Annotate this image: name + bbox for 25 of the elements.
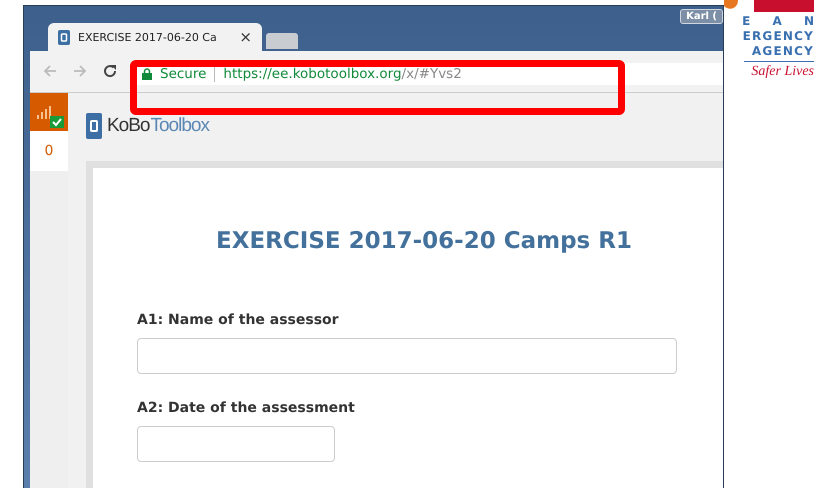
- signal-check-icon[interactable]: [30, 93, 68, 131]
- question-label: A2: Date of the assessment: [137, 400, 356, 416]
- date-field[interactable]: [137, 426, 335, 462]
- logo-text: ERGENCY: [742, 29, 814, 44]
- lock-icon: [142, 68, 152, 80]
- forward-icon[interactable]: [72, 63, 88, 80]
- new-tab-button[interactable]: [266, 33, 298, 50]
- close-icon[interactable]: ×: [239, 28, 252, 46]
- kobo-logo-icon: [86, 113, 102, 139]
- secure-label: Secure: [160, 66, 206, 82]
- form-title: EXERCISE 2017-06-20 Camps R1: [215, 228, 633, 254]
- pending-count: 0: [30, 131, 68, 171]
- kobo-icon: [58, 30, 70, 45]
- logo-text: AGENCY: [752, 44, 814, 59]
- url-path: /x/#Yvs2: [402, 66, 462, 82]
- logo-tagline: Safer Lives: [751, 64, 814, 80]
- brand-name: Toolbox: [150, 115, 209, 137]
- question-label: A1: Name of the assessor: [137, 312, 340, 328]
- logo-text: E A N: [742, 14, 823, 29]
- back-icon[interactable]: [42, 63, 58, 80]
- browser-tab[interactable]: EXERCISE 2017-06-20 Ca ×: [48, 23, 262, 52]
- brand-name: KoBo: [107, 115, 150, 137]
- url-host: https://ee.kobotoolbox.org: [223, 66, 402, 82]
- input-field[interactable]: [137, 338, 677, 374]
- reload-icon[interactable]: [102, 63, 118, 80]
